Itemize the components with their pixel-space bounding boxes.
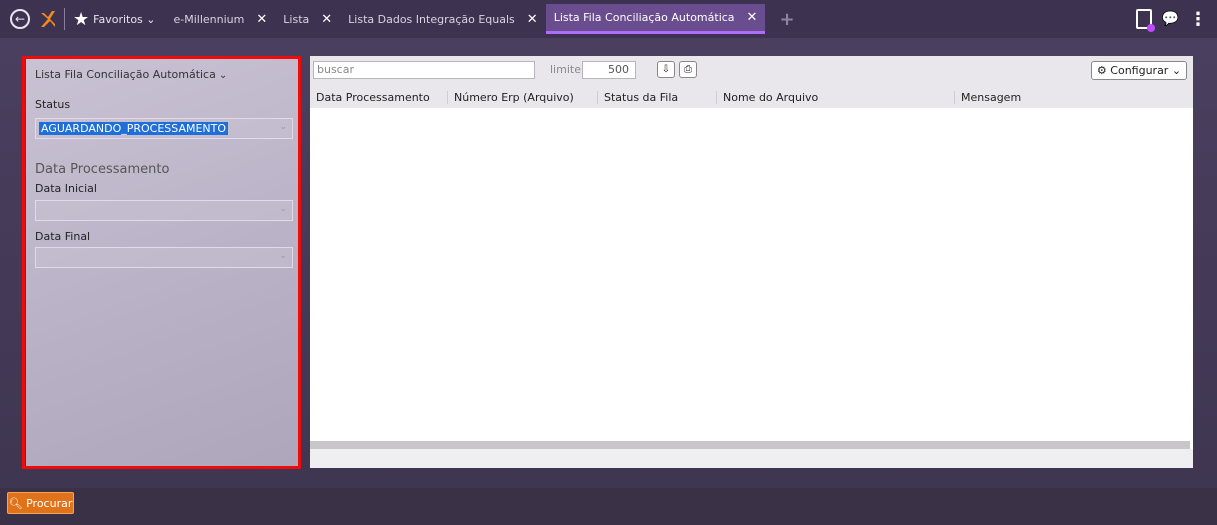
section-title: Data Processamento <box>35 162 170 177</box>
search-icon: 🔍︎ <box>8 496 23 510</box>
search-button[interactable]: 🔍︎ Procurar <box>7 492 74 514</box>
close-icon[interactable]: ✕ <box>747 10 758 25</box>
divider <box>64 8 65 30</box>
filter-panel: Lista Fila Conciliação Automática ⌄ Statu… <box>26 58 298 466</box>
data-inicial-field[interactable]: ⌄ <box>35 200 293 221</box>
status-select[interactable]: AGUARDANDO_PROCESSAMENTO ⌄ <box>35 118 293 139</box>
tab-lista[interactable]: Lista ✕ <box>275 0 340 38</box>
results-footer <box>310 449 1193 468</box>
print-icon[interactable]: ⎙ <box>679 61 697 78</box>
clipboard-icon[interactable] <box>1135 9 1155 32</box>
column-mensagem[interactable]: Mensagem <box>954 91 1021 104</box>
data-final-field[interactable]: ⌄ <box>35 247 293 268</box>
chevron-down-icon: ⌄ <box>279 251 287 261</box>
back-icon[interactable]: ← <box>10 9 30 29</box>
results-toolbar: buscar limite: 500 ⇩ ⎙ ⚙ Configurar ⌄ <box>310 56 1193 86</box>
chat-icon[interactable]: 💬 <box>1162 11 1179 27</box>
configure-button[interactable]: ⚙ Configurar ⌄ <box>1091 61 1187 80</box>
tab-lista-fila-conciliacao[interactable]: Lista Fila Conciliação Automática ✕ <box>545 4 766 34</box>
horizontal-scrollbar[interactable] <box>310 441 1190 449</box>
close-icon[interactable]: ✕ <box>527 12 538 27</box>
more-options-icon[interactable]: ⋮ <box>1189 9 1207 30</box>
favorites-menu[interactable]: Favoritos ⌄ <box>93 13 155 26</box>
status-value: AGUARDANDO_PROCESSAMENTO <box>39 122 229 135</box>
data-inicial-label: Data Inicial <box>35 182 97 195</box>
logo <box>40 10 56 28</box>
close-icon[interactable]: ✕ <box>321 12 332 27</box>
limit-label: limite: <box>550 63 585 76</box>
topbar-actions: 💬 ⋮ <box>1135 0 1207 38</box>
filter-panel-title[interactable]: Lista Fila Conciliação Automática ⌄ <box>35 68 227 81</box>
limit-input[interactable]: 500 <box>582 61 636 79</box>
column-nome-arquivo[interactable]: Nome do Arquivo <box>716 91 818 104</box>
results-panel: buscar limite: 500 ⇩ ⎙ ⚙ Configurar ⌄ Da… <box>310 56 1193 468</box>
export-icon[interactable]: ⇩ <box>657 61 675 78</box>
data-final-label: Data Final <box>35 230 91 243</box>
tab-e-millennium[interactable]: e-Millennium ✕ <box>166 0 276 38</box>
column-status-fila[interactable]: Status da Fila <box>597 91 678 104</box>
column-numero-erp[interactable]: Número Erp (Arquivo) <box>447 91 574 104</box>
top-bar: ← ★ Favoritos ⌄ e-Millennium ✕ Lista ✕ Lis… <box>0 0 1217 38</box>
chevron-down-icon: ⌄ <box>218 70 228 81</box>
bottom-bar <box>0 488 1217 525</box>
table-header: Data Processamento Número Erp (Arquivo) … <box>310 86 1193 108</box>
status-label: Status <box>35 98 71 111</box>
chevron-down-icon: ⌄ <box>279 122 287 132</box>
star-icon[interactable]: ★ <box>73 9 89 30</box>
tab-lista-dados-integracao[interactable]: Lista Dados Integração Equals ✕ <box>340 0 546 38</box>
chevron-down-icon: ⌄ <box>279 204 287 214</box>
search-input[interactable]: buscar <box>313 61 535 79</box>
close-icon[interactable]: ✕ <box>256 12 267 27</box>
add-tab-button[interactable]: + <box>779 9 794 30</box>
column-data-processamento[interactable]: Data Processamento <box>310 91 430 104</box>
